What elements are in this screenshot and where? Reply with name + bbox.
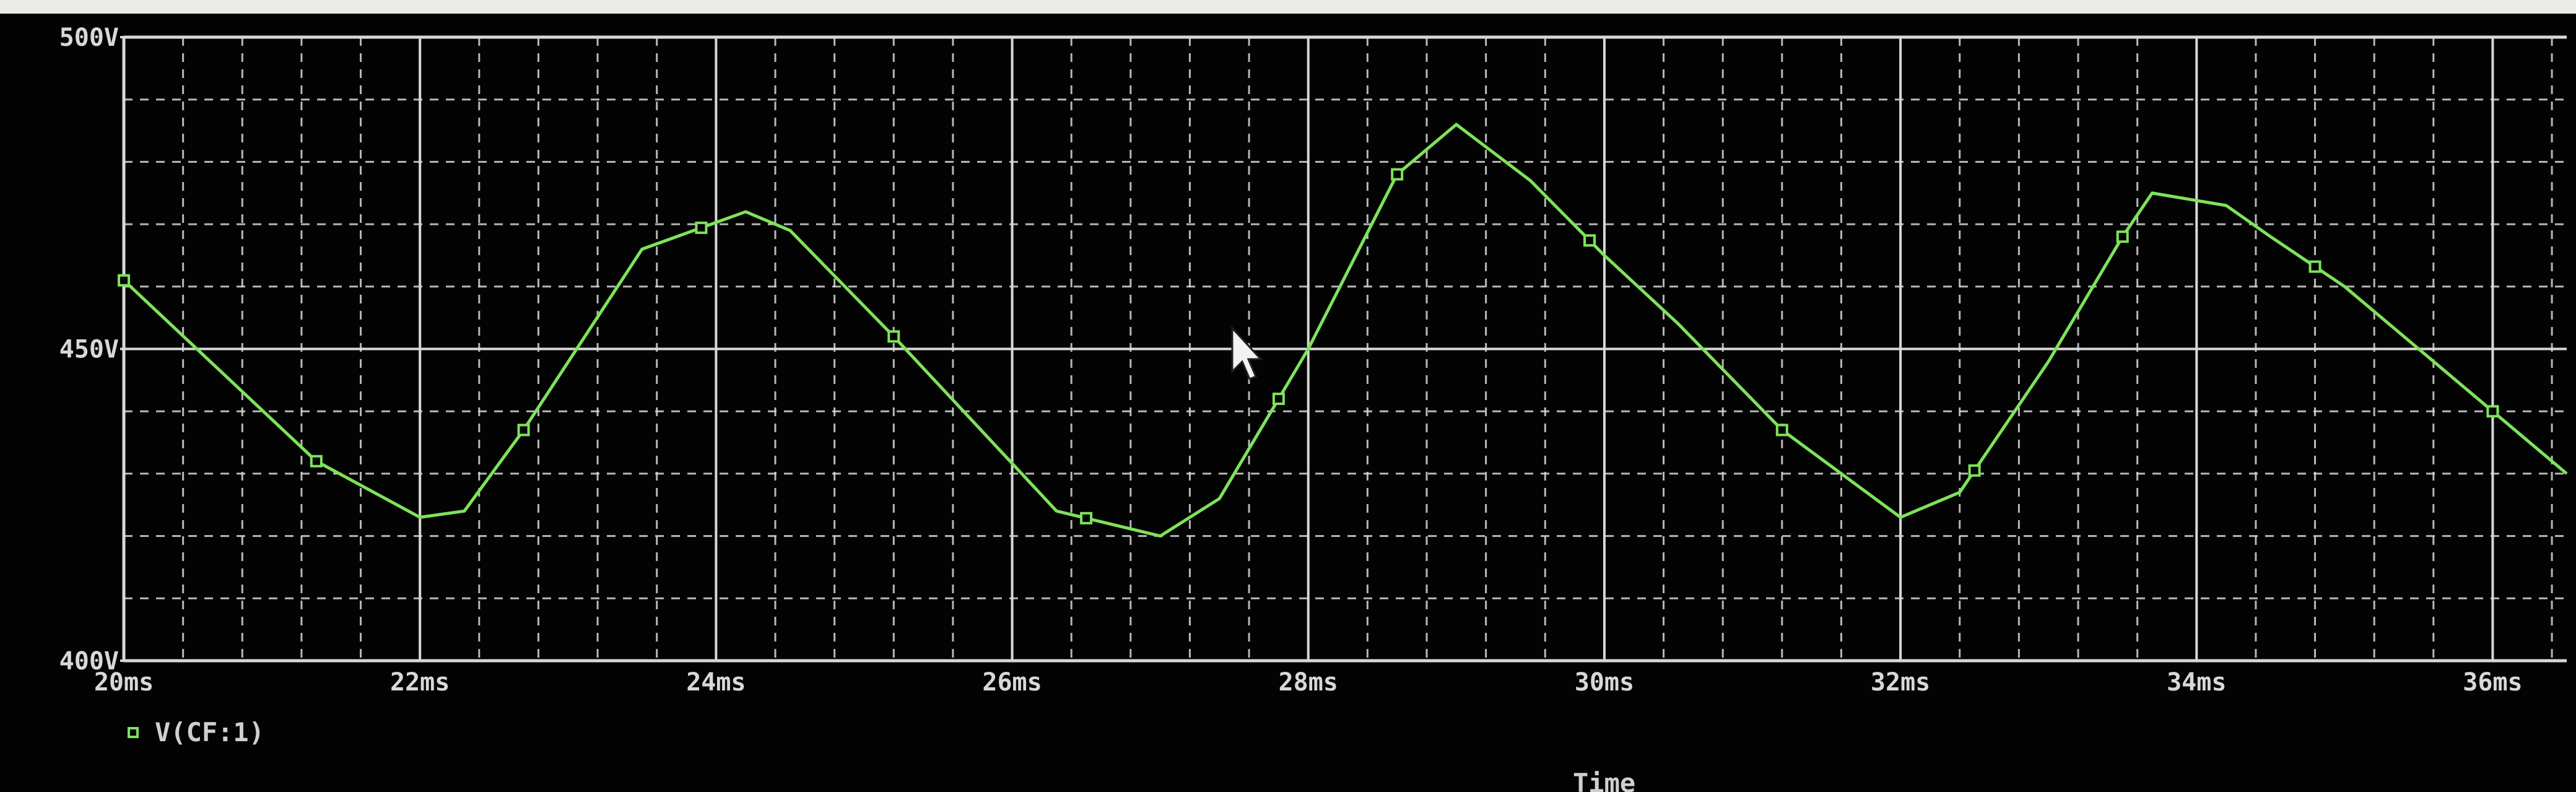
legend: V(CF:1) [128,717,264,747]
data-marker [1391,168,1404,181]
x-tick-label: 20ms [94,668,154,697]
x-tick-label: 32ms [1871,668,1930,697]
series-layer [123,123,2568,538]
x-tick-label: 30ms [1575,668,1634,697]
mouse-cursor-icon [1231,326,1263,380]
legend-label: V(CF:1) [155,717,264,747]
data-marker [887,330,900,343]
legend-marker-square [128,727,139,738]
data-marker [118,274,130,287]
x-axis-ticks: 20ms 22ms 24ms 26ms 28ms 30ms 32ms 34ms 36ms [94,668,2523,697]
x-tick-label: 24ms [686,668,746,697]
series-line-v-cf1 [123,123,2568,538]
data-marker [2308,260,2321,273]
x-tick-label: 34ms [2167,668,2226,697]
data-marker [1080,511,1093,524]
line-chart: 400V450V500V 20ms 22ms 24ms 26ms 28ms 30ms 32m… [59,24,2568,792]
y-axis-ticks: 400V450V500V [59,24,124,676]
data-marker [1775,424,1788,437]
x-tick-label: 22ms [390,668,450,697]
y-tick-label: 450V [59,336,119,364]
x-axis-label: Time [1573,768,1635,792]
y-tick-label: 500V [59,24,119,52]
data-marker [1968,464,1981,477]
grid-major-lines [124,37,2567,661]
data-marker [2486,405,2499,418]
data-marker [517,424,530,437]
data-marker [695,221,708,234]
data-marker [1583,234,1596,247]
plot-window: 400V 450V 500V 20ms 22ms 24ms 26ms 28ms 30ms 32m… [0,14,2576,792]
x-tick-label: 26ms [982,668,1042,697]
data-marker [310,455,323,468]
data-marker [1272,393,1285,406]
data-marker [2116,230,2129,243]
x-tick-label: 28ms [1279,668,1338,697]
x-tick-label: 36ms [2463,668,2522,697]
